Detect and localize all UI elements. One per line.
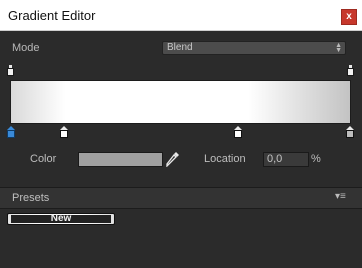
alpha-key-end[interactable] [347,65,354,76]
alpha-key-start[interactable] [7,65,14,76]
new-button-inner: New [11,213,111,224]
gradient-preview[interactable] [10,80,351,124]
location-input[interactable]: 0,0 [263,152,309,167]
color-key[interactable] [346,126,354,138]
new-preset-button[interactable]: New [7,213,115,225]
percent-unit: % [311,153,321,165]
mode-label: Mode [12,42,40,54]
color-key[interactable] [60,126,68,138]
color-key[interactable] [234,126,242,138]
color-key-selected[interactable] [7,126,15,138]
close-icon[interactable]: x [341,9,357,25]
presets-header: Presets ▾≡ [0,187,362,209]
color-swatch[interactable] [78,152,163,167]
new-button-label: New [50,213,72,224]
mode-value: Blend [167,42,193,53]
presets-label: Presets [12,192,50,204]
title-bar: Gradient Editor x [0,0,362,31]
dropdown-arrows-icon: ▲ ▼ [335,42,342,54]
window-title: Gradient Editor [8,8,96,23]
eyedropper-icon[interactable] [166,151,180,167]
location-label: Location [204,153,246,165]
menu-icon[interactable]: ▾≡ [335,191,346,202]
color-label: Color [30,153,57,165]
mode-dropdown[interactable]: Blend ▲ ▼ [162,41,346,55]
